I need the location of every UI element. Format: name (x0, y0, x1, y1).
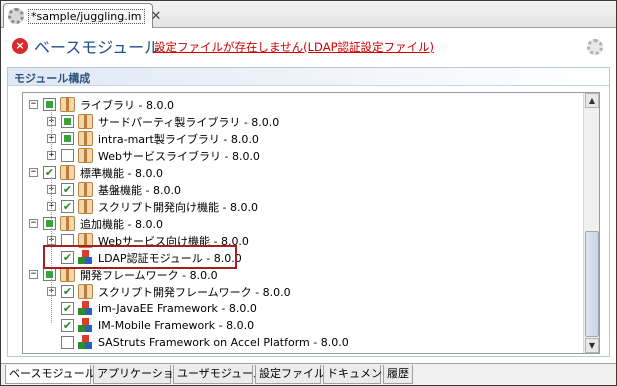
package-icon (78, 148, 93, 163)
tree-node[interactable]: + ✔ 基盤機能 - 8.0.0 (47, 181, 181, 198)
page-header: × ベースモジュール 設定ファイルが存在しません(LDAP認証設定ファイル) (2, 29, 615, 65)
collapse-icon[interactable]: − (29, 100, 38, 109)
tree-node-label: 基盤機能 - 8.0.0 (98, 183, 181, 197)
section-header[interactable]: モジュール構成 (8, 68, 609, 86)
editor-tab-title[interactable]: *sample/juggling.im (28, 8, 145, 24)
node-checkbox[interactable]: ✔ (61, 183, 74, 196)
node-checkbox[interactable] (61, 132, 74, 145)
scroll-up-button[interactable]: ▲ (585, 93, 599, 108)
tree-node-label: 標準機能 - 8.0.0 (80, 166, 163, 180)
tree-node-label: ライブラリ - 8.0.0 (80, 98, 174, 112)
tree-guide-line (51, 109, 52, 153)
node-checkbox[interactable]: ✔ (43, 166, 56, 179)
node-checkbox[interactable] (43, 98, 56, 111)
module-tree[interactable]: ▲ ▼ − ライブラリ - 8.0.0 + サードパーティ製ライブラリ - 8.0.0… (22, 92, 600, 354)
tree-node[interactable]: SAStruts Framework on Accel Platform - 8… (47, 334, 349, 351)
page-title: ベースモジュール (34, 38, 161, 57)
package-icon (60, 216, 75, 231)
node-checkbox[interactable]: ✔ (61, 285, 74, 298)
bottom-tab[interactable]: 履歴 (383, 365, 413, 384)
highlight-frame (43, 245, 237, 269)
collapse-icon[interactable]: − (29, 270, 38, 279)
bottom-tab[interactable]: ドキュメント (323, 365, 393, 384)
tree-node-label: SAStruts Framework on Accel Platform - 8… (98, 336, 349, 349)
tree-scrollbar[interactable]: ▲ ▼ (583, 93, 599, 353)
bottom-tab[interactable]: ユーザモジュール (173, 365, 264, 384)
bottom-tab[interactable]: アプリケーション (93, 365, 185, 384)
editor-window: *sample/juggling.im ✕ × ベースモジュール 設定ファイルが… (0, 0, 617, 386)
module-icon (78, 318, 93, 333)
package-icon (60, 97, 75, 112)
tree-node-label: サードパーティ製ライブラリ - 8.0.0 (98, 115, 280, 129)
tree-node[interactable]: + ✔ スクリプト開発フレームワーク - 8.0.0 (47, 283, 291, 300)
tree-node-label: スクリプト開発向け機能 - 8.0.0 (98, 200, 258, 214)
package-icon (78, 284, 93, 299)
tree-node[interactable]: ✔ im-JavaEE Framework - 8.0.0 (47, 300, 257, 317)
module-icon (78, 301, 93, 316)
tree-node-label: Webサービスライブラリ - 8.0.0 (98, 149, 260, 163)
package-icon (78, 131, 93, 146)
bottom-tab-bar: ベースモジュール アプリケーション ユーザモジュール 設定ファイル ドキュメント 履歴 (1, 363, 616, 385)
scroll-thumb[interactable] (585, 231, 599, 337)
tree-guide-line (51, 279, 52, 323)
tree-node[interactable]: + intra-mart製ライブラリ - 8.0.0 (47, 130, 259, 147)
tree-node[interactable]: − 追加機能 - 8.0.0 (29, 215, 163, 232)
tree-node-label: スクリプト開発フレームワーク - 8.0.0 (98, 285, 291, 299)
scroll-down-button[interactable]: ▼ (585, 338, 599, 353)
tree-node-label: 追加機能 - 8.0.0 (80, 217, 163, 231)
node-checkbox[interactable] (61, 149, 74, 162)
tree-node-label: IM-Mobile Framework - 8.0.0 (98, 319, 255, 332)
collapse-icon[interactable]: − (29, 219, 38, 228)
bottom-tab[interactable]: 設定ファイル (255, 365, 325, 384)
node-checkbox[interactable] (61, 115, 74, 128)
close-icon[interactable]: ✕ (151, 10, 162, 23)
editor-tab[interactable]: *sample/juggling.im ✕ (3, 3, 161, 28)
settings-tool-icon[interactable] (587, 39, 603, 55)
node-checkbox[interactable]: ✔ (61, 319, 74, 332)
error-icon: × (12, 38, 28, 54)
tree-node[interactable]: − ✔ 標準機能 - 8.0.0 (29, 164, 163, 181)
node-checkbox[interactable] (43, 268, 56, 281)
tree-node[interactable]: ✔ IM-Mobile Framework - 8.0.0 (47, 317, 254, 334)
node-checkbox[interactable]: ✔ (61, 200, 74, 213)
tree-node[interactable]: + Webサービスライブラリ - 8.0.0 (47, 147, 260, 164)
tree-node-label: intra-mart製ライブラリ - 8.0.0 (98, 132, 259, 146)
module-config-section: モジュール構成 ▲ ▼ − ライブラリ - 8.0.0 + サードパーティ製ライブラリ… (7, 67, 610, 357)
package-icon (78, 114, 93, 129)
package-icon (60, 267, 75, 282)
module-icon (78, 335, 93, 350)
tree-guide-line (51, 177, 52, 221)
package-icon (78, 182, 93, 197)
tree-node-label: im-JavaEE Framework - 8.0.0 (98, 302, 257, 315)
tree-node[interactable]: + サードパーティ製ライブラリ - 8.0.0 (47, 113, 279, 130)
section-title: モジュール構成 (14, 72, 91, 85)
package-icon (60, 165, 75, 180)
package-icon (78, 199, 93, 214)
collapse-icon[interactable]: − (29, 168, 38, 177)
tree-node[interactable]: + ✔ スクリプト開発向け機能 - 8.0.0 (47, 198, 258, 215)
gear-icon (8, 8, 24, 24)
node-checkbox[interactable]: ✔ (61, 302, 74, 315)
bottom-tab[interactable]: ベースモジュール (5, 365, 96, 384)
node-checkbox[interactable] (61, 336, 74, 349)
error-message-link[interactable]: 設定ファイルが存在しません(LDAP認証設定ファイル) (154, 39, 434, 55)
editor-tab-strip: *sample/juggling.im ✕ (1, 1, 616, 28)
node-checkbox[interactable] (43, 217, 56, 230)
